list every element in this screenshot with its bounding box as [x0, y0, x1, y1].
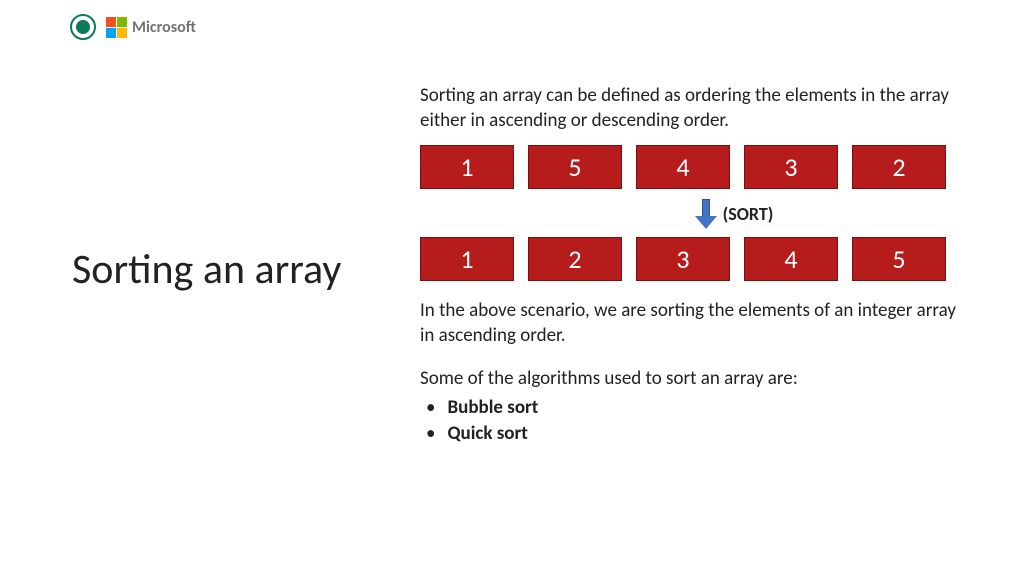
- arrow-down-icon: [697, 199, 715, 229]
- logo-bar: Microsoft: [70, 14, 196, 40]
- array-cell: 3: [636, 237, 730, 281]
- institution-seal-icon: [70, 14, 96, 40]
- array-cell: 5: [528, 145, 622, 189]
- algorithms-list: Bubble sort Quick sort: [420, 395, 970, 446]
- microsoft-squares-icon: [106, 17, 127, 38]
- array-cell: 5: [852, 237, 946, 281]
- content-area: Sorting an array can be defined as order…: [420, 84, 970, 447]
- array-cell: 2: [852, 145, 946, 189]
- array-cell: 2: [528, 237, 622, 281]
- microsoft-logo: Microsoft: [106, 17, 196, 38]
- array-cell: 4: [744, 237, 838, 281]
- definition-text: Sorting an array can be defined as order…: [420, 84, 970, 133]
- list-item: Bubble sort: [426, 395, 970, 421]
- array-cell: 1: [420, 145, 514, 189]
- list-item: Quick sort: [426, 421, 970, 447]
- slide-title: Sorting an array: [72, 246, 372, 294]
- unsorted-array: 1 5 4 3 2: [420, 145, 970, 189]
- sort-label: (SORT): [723, 203, 774, 225]
- array-cell: 4: [636, 145, 730, 189]
- sorted-array: 1 2 3 4 5: [420, 237, 970, 281]
- array-cell: 3: [744, 145, 838, 189]
- sort-indicator: (SORT): [460, 199, 1010, 229]
- scenario-text: In the above scenario, we are sorting th…: [420, 299, 970, 348]
- microsoft-label: Microsoft: [132, 18, 196, 37]
- algorithms-intro: Some of the algorithms used to sort an a…: [420, 367, 970, 392]
- array-cell: 1: [420, 237, 514, 281]
